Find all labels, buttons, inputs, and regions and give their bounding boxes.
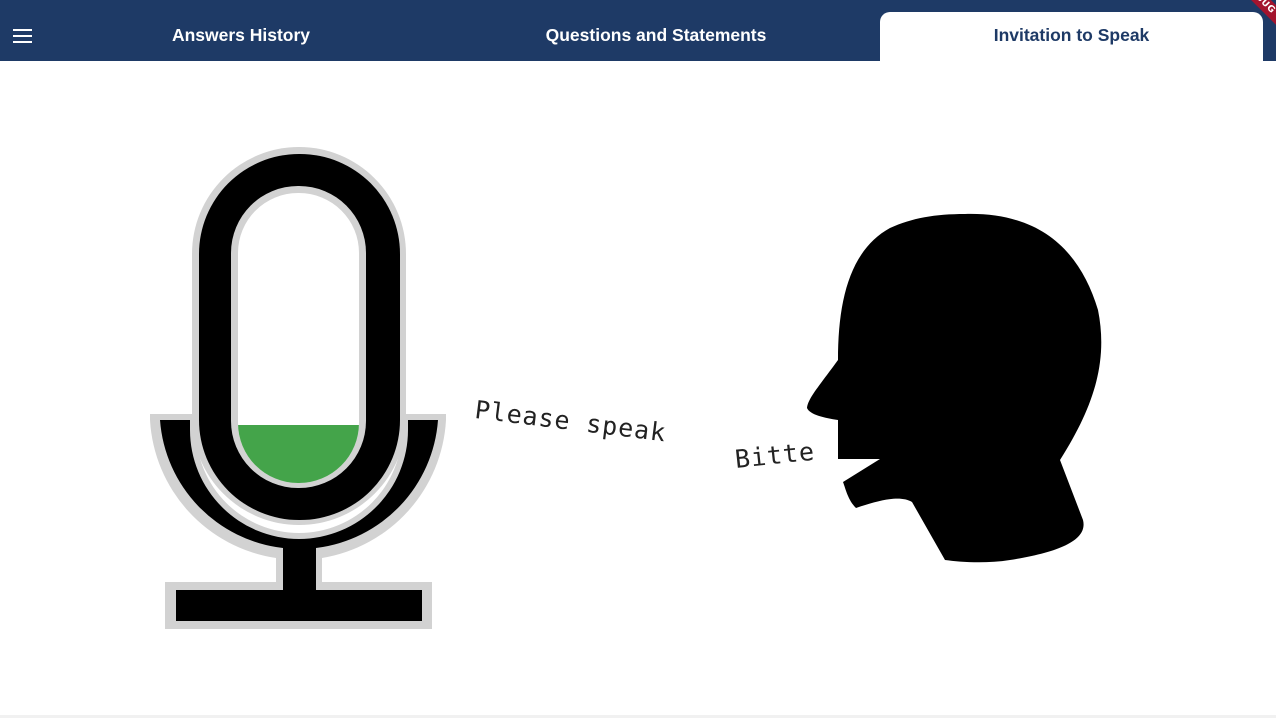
speaking-head-icon: [807, 213, 1102, 563]
speak-illustration: [150, 147, 1102, 629]
microphone-icon[interactable]: [150, 147, 446, 629]
